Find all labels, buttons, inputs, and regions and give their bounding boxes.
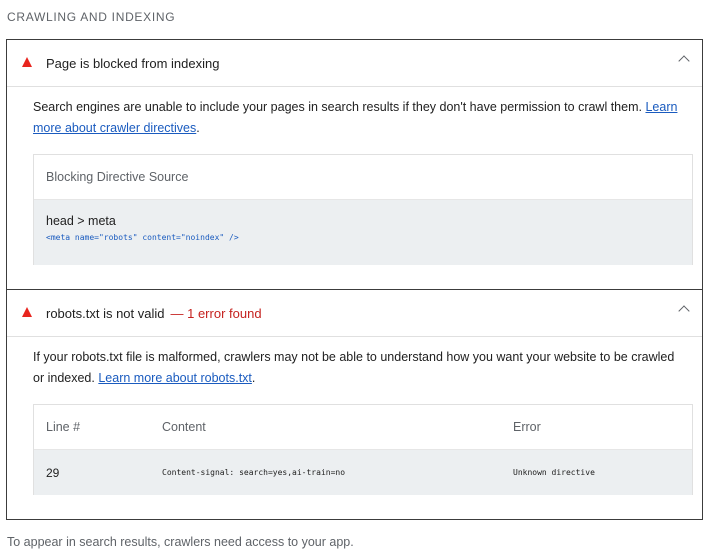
- section-title: CRAWLING AND INDEXING: [7, 10, 176, 24]
- table-header: Line # Content Error: [34, 405, 692, 450]
- node-path: head > meta: [46, 214, 116, 228]
- description-text: Search engines are unable to include you…: [33, 100, 642, 114]
- learn-more-robots-txt-link[interactable]: Learn more about robots.txt: [98, 371, 252, 385]
- warning-triangle-icon: [22, 307, 32, 317]
- audit-description: Search engines are unable to include you…: [33, 100, 678, 135]
- cell-content: Content-signal: search=yes,ai-train=no: [162, 468, 346, 477]
- error-count: — 1 error found: [170, 305, 262, 321]
- column-header-content: Content: [162, 420, 206, 434]
- audit-blocked-from-indexing: Page is blocked from indexing Search eng…: [6, 39, 703, 290]
- audit-robots-txt-invalid: robots.txt is not valid — 1 error found …: [6, 289, 703, 520]
- table-row: head > meta <meta name="robots" content=…: [34, 200, 692, 265]
- chevron-up-icon[interactable]: [678, 55, 690, 67]
- robots-errors-table: Line # Content Error 29 Content-signal: …: [33, 404, 693, 495]
- column-header-error: Error: [513, 420, 541, 434]
- column-header-blocking-directive-source: Blocking Directive Source: [46, 170, 189, 184]
- audit-title: Page is blocked from indexing: [46, 55, 220, 71]
- table-row: 29 Content-signal: search=yes,ai-train=n…: [34, 450, 692, 495]
- section-footer-text: To appear in search results, crawlers ne…: [7, 535, 354, 549]
- audit-header-robots-txt[interactable]: robots.txt is not valid — 1 error found: [7, 290, 702, 337]
- audit-description: If your robots.txt file is malformed, cr…: [33, 350, 675, 385]
- column-header-line: Line #: [46, 420, 81, 434]
- cell-error: Unknown directive: [513, 468, 595, 477]
- chevron-up-icon[interactable]: [678, 305, 690, 317]
- cell-line: 29: [46, 465, 60, 480]
- blocking-directive-table: Blocking Directive Source head > meta <m…: [33, 154, 693, 265]
- audit-title: robots.txt is not valid: [46, 305, 165, 321]
- table-header: Blocking Directive Source: [34, 155, 692, 200]
- node-snippet: <meta name="robots" content="noindex" />: [46, 233, 239, 242]
- audit-header-blocked-indexing[interactable]: Page is blocked from indexing: [7, 40, 702, 87]
- warning-triangle-icon: [22, 57, 32, 67]
